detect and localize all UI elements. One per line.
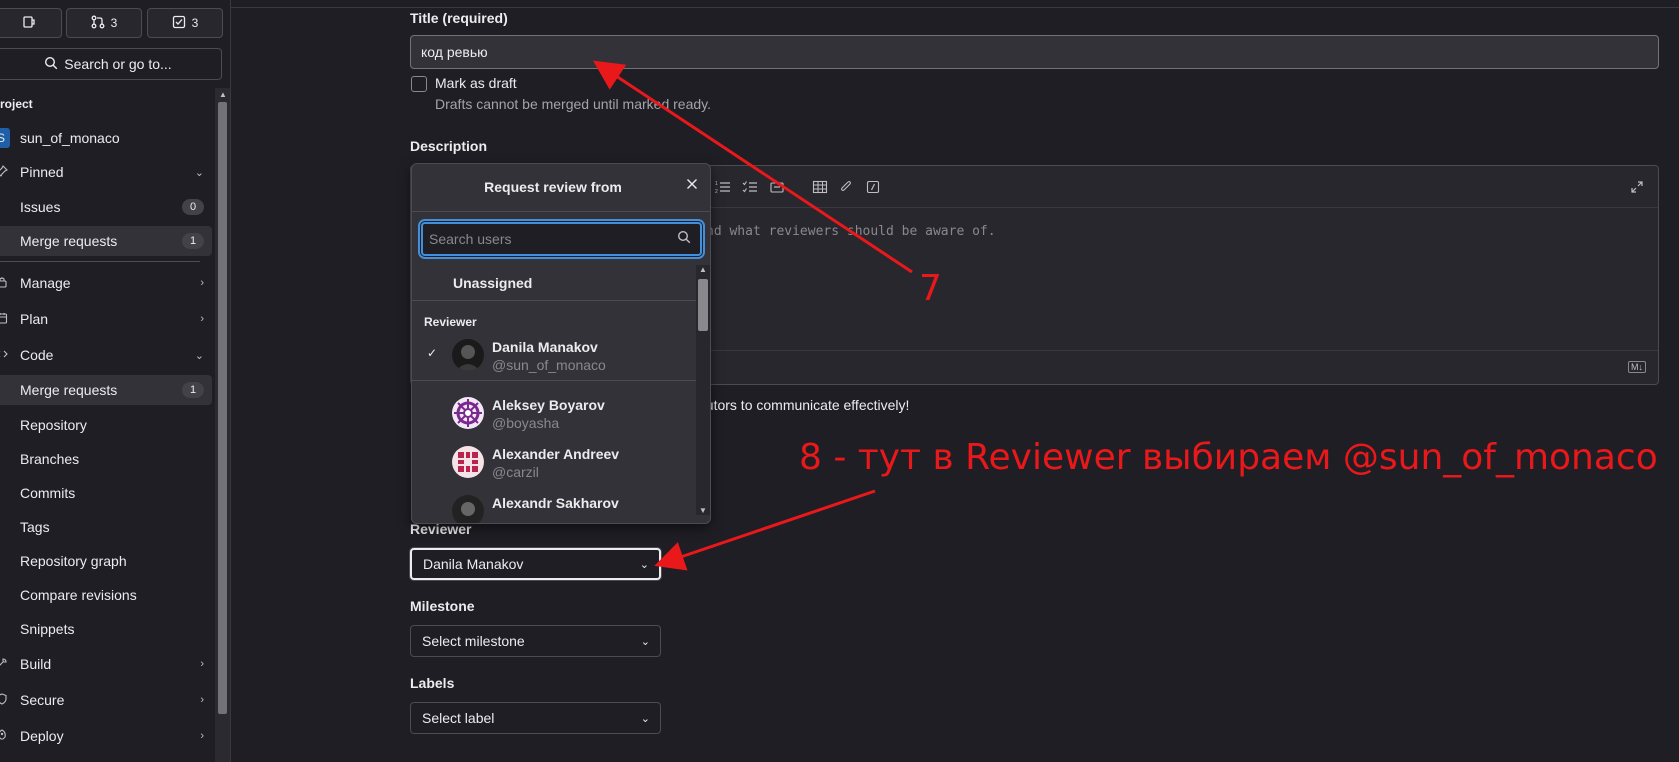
arrow-to-reviewer bbox=[654, 489, 876, 571]
screen: 3 3 Search or go to... roject S sun_of_m… bbox=[0, 0, 1679, 762]
annotation-step-8: 8 - тут в Reviewer выбираем @sun_of_mona… bbox=[799, 437, 1658, 478]
annotation-step-7: 7 bbox=[919, 268, 942, 309]
arrow-to-title bbox=[592, 60, 913, 274]
annotation-arrows bbox=[592, 60, 913, 571]
